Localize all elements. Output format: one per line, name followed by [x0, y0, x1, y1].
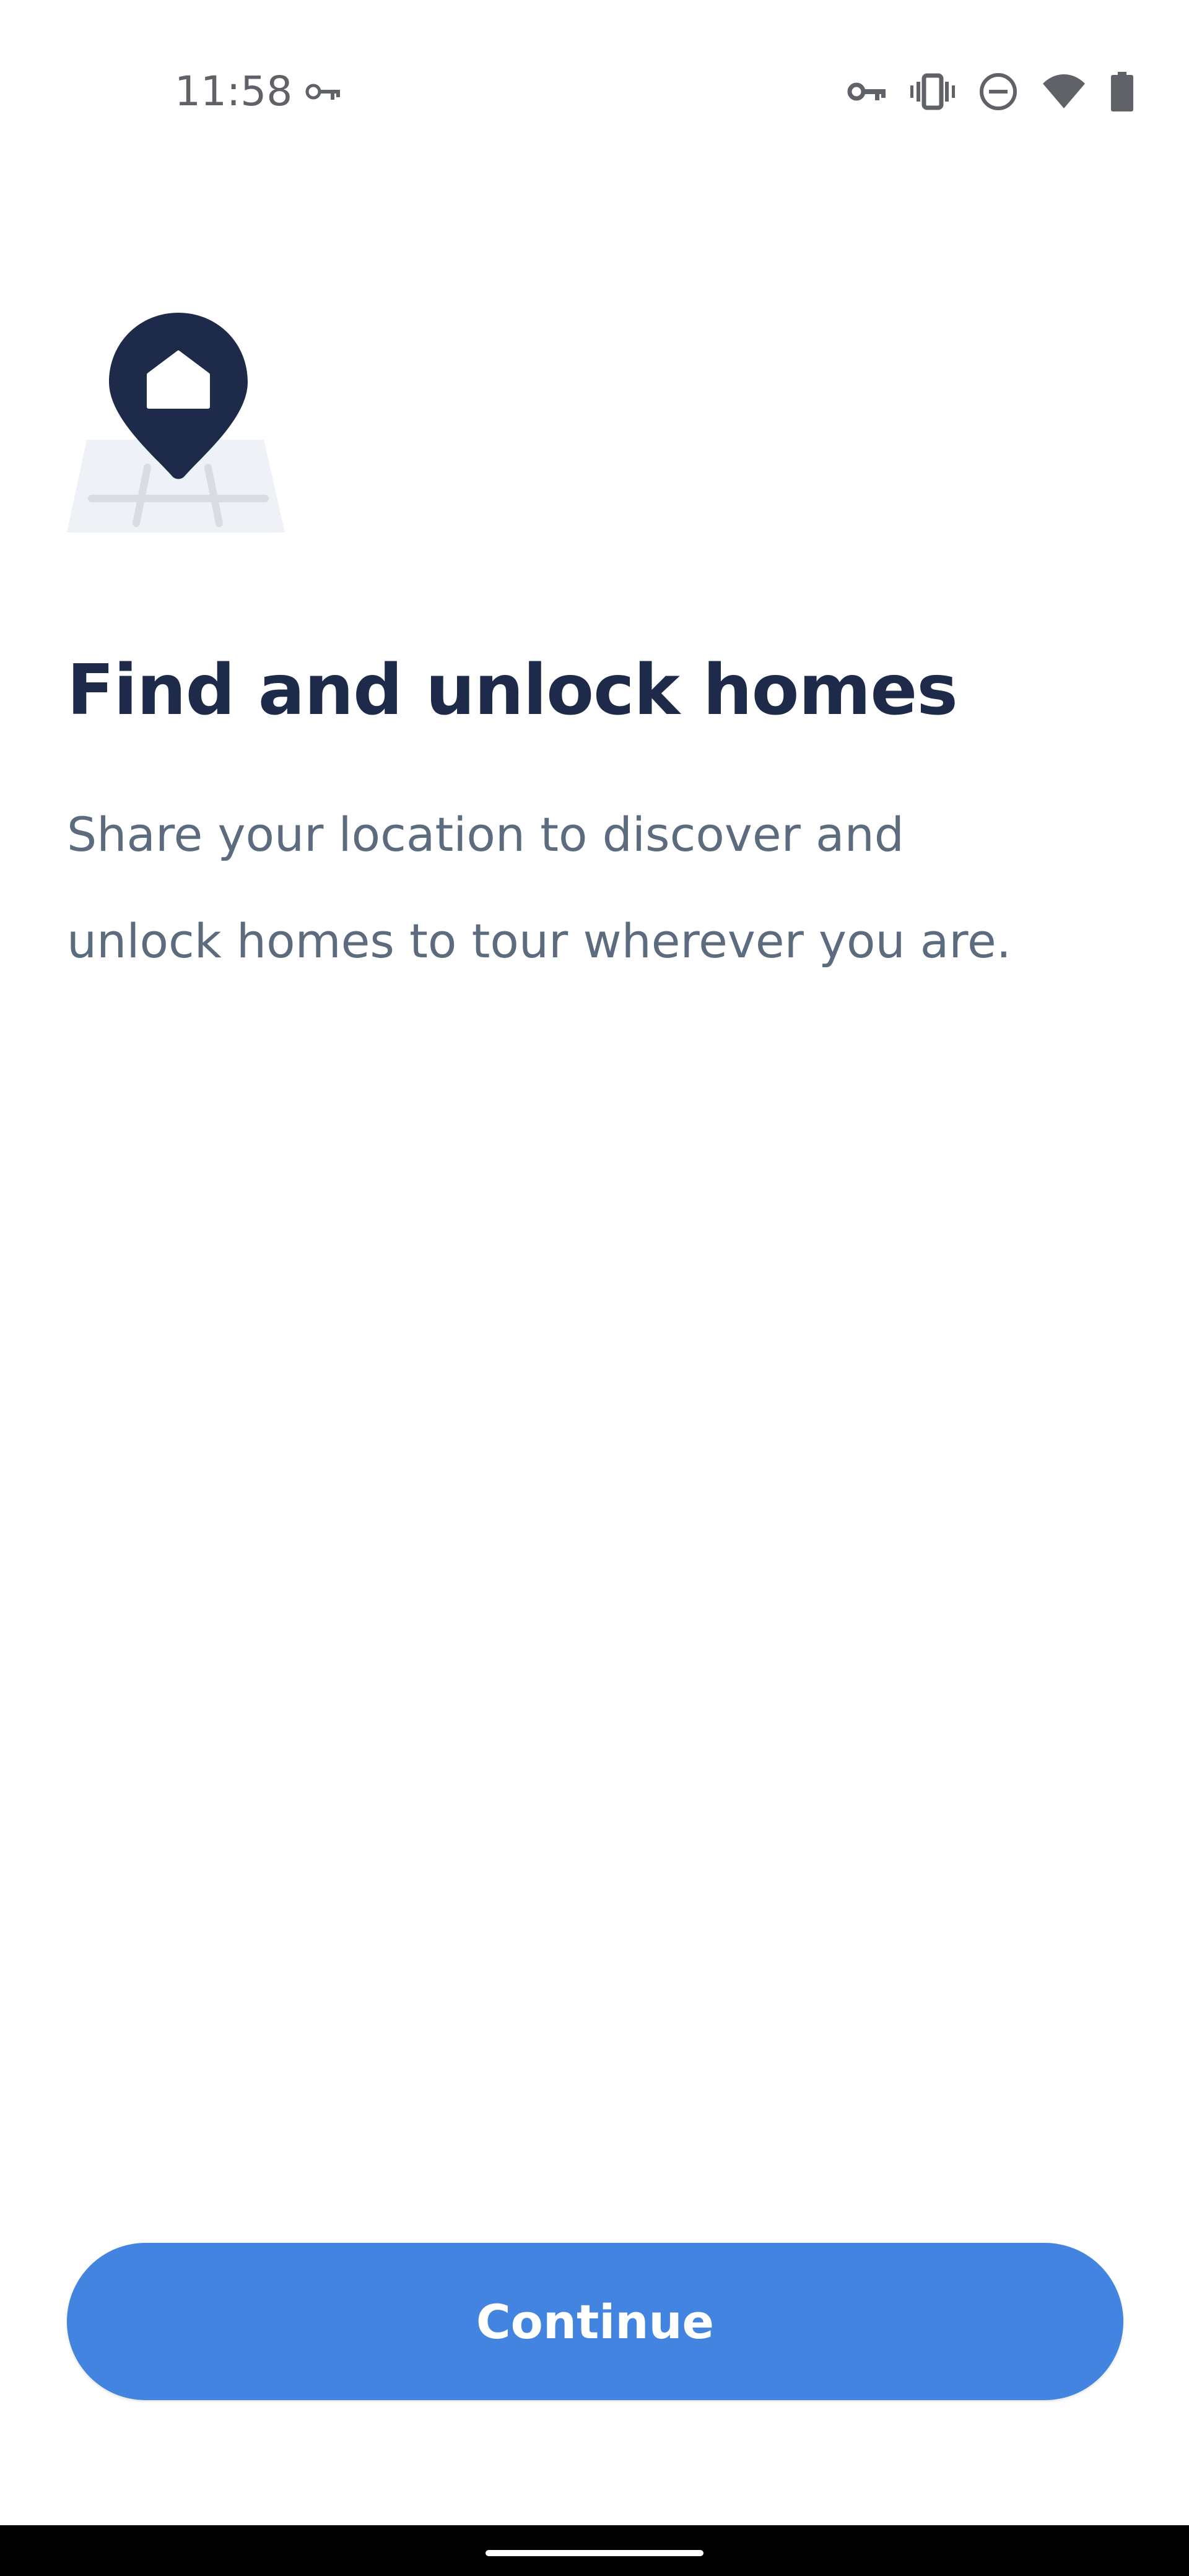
home-gesture-handle[interactable] — [486, 2550, 703, 2556]
status-time: 11:58 — [175, 67, 293, 115]
vpn-key-icon — [305, 78, 342, 105]
wifi-icon — [1042, 74, 1086, 110]
location-pin-home-icon — [67, 313, 285, 533]
do-not-disturb-icon — [978, 72, 1018, 111]
continue-button[interactable]: Continue — [67, 2243, 1123, 2400]
status-icons — [847, 68, 1135, 115]
description: Share your location to discover and unlo… — [67, 781, 1120, 994]
description-line: Share your location to discover and — [67, 807, 905, 862]
vibrate-icon — [910, 73, 955, 110]
continue-button-label: Continue — [476, 2294, 715, 2349]
page-title: Find and unlock homes — [67, 650, 958, 731]
description-line: unlock homes to tour wherever you are. — [67, 913, 1011, 968]
status-bar: 11:58 — [0, 0, 1189, 186]
screen: 11:58 Find and unlock homes Share your l… — [0, 0, 1189, 2576]
vpn-key-icon — [847, 78, 887, 105]
battery-icon — [1110, 72, 1135, 111]
navigation-bar — [0, 2525, 1189, 2576]
